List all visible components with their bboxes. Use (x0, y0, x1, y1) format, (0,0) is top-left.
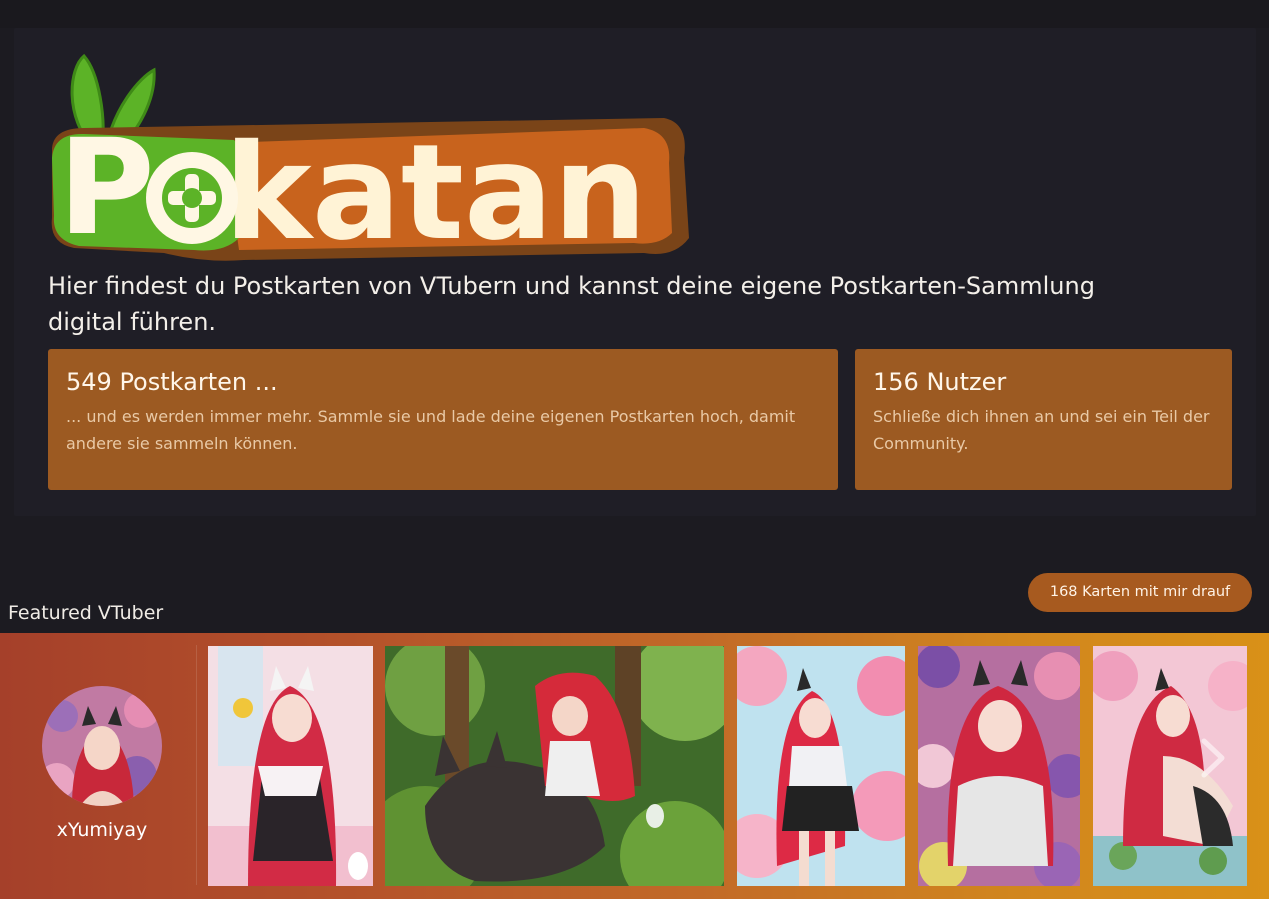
users-stat-title: 156 Nutzer (873, 368, 1007, 396)
avatar[interactable] (42, 686, 162, 806)
postcard-thumbnail-3[interactable] (737, 646, 905, 886)
postcards-stat-card: 549 Postkarten ... ... und es werden imm… (48, 349, 838, 490)
pokatan-logo[interactable]: P katan (44, 48, 704, 270)
vtuber-profile[interactable]: xYumiyay (0, 633, 196, 899)
featured-vtuber-heading: Featured VTuber (8, 602, 164, 624)
postcard-thumbnail-1[interactable] (208, 646, 373, 886)
chevron-right-icon[interactable] (1196, 733, 1230, 783)
postcard-thumbnail-2[interactable] (385, 646, 724, 886)
users-stat-description: Schließe dich ihnen an und sei ein Teil … (873, 407, 1210, 453)
postcard-thumbnail-4[interactable] (918, 646, 1080, 886)
cards-count-button[interactable]: 168 Karten mit mir drauf (1028, 573, 1252, 612)
postcards-stat-description: ... und es werden immer mehr. Sammle sie… (66, 407, 796, 453)
featured-vtuber-strip: xYumiyay (0, 633, 1269, 899)
svg-text:katan: katan (224, 116, 647, 270)
postcards-stat-title: 549 Postkarten ... (66, 368, 278, 396)
strip-divider (196, 645, 197, 885)
svg-text:P: P (58, 111, 155, 265)
hero-tagline: Hier findest du Postkarten von VTubern u… (48, 272, 1095, 336)
top-bar (0, 0, 1269, 28)
vtuber-name[interactable]: xYumiyay (0, 819, 204, 841)
users-stat-card: 156 Nutzer Schließe dich ihnen an und se… (855, 349, 1232, 490)
